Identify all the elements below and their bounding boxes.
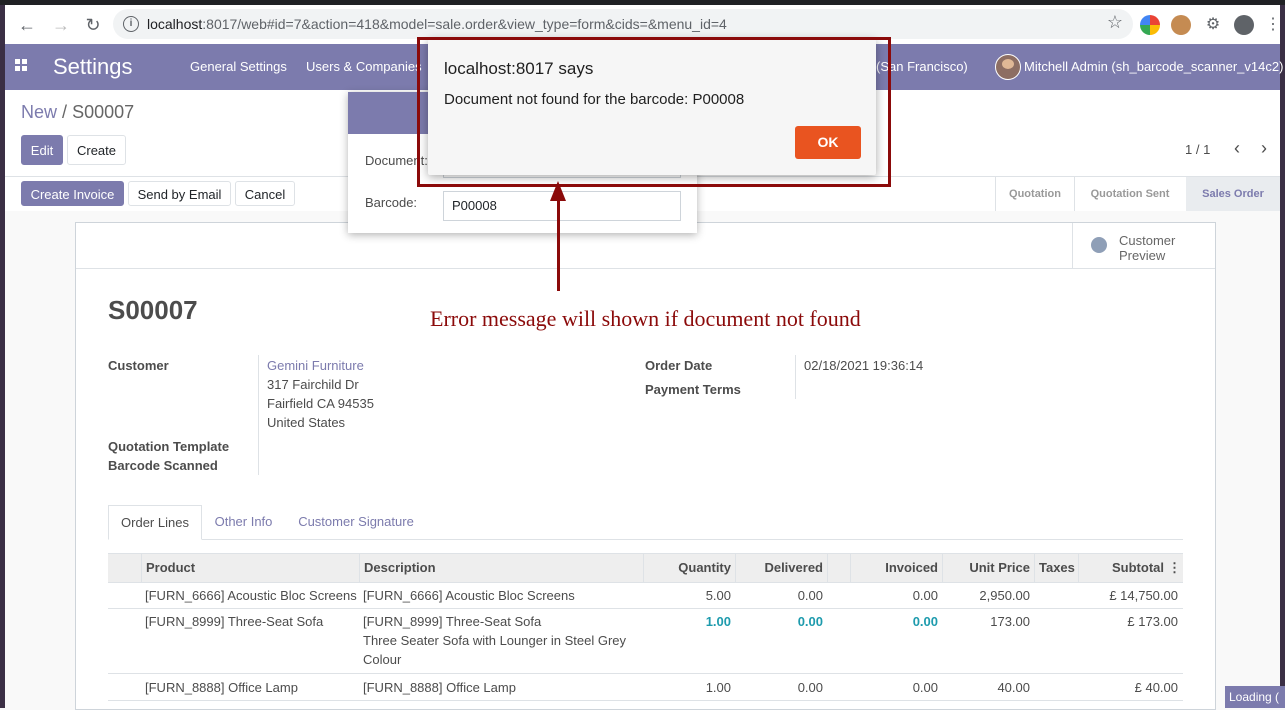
table-header: Product Description Quantity Delivered I… [108,553,1183,583]
bookmark-star-icon[interactable]: ☆ [1107,12,1123,33]
column-invoiced[interactable]: Invoiced [850,554,942,582]
field-divider [258,355,259,475]
table-row[interactable]: [FURN_6666] Acoustic Bloc Screens [FURN_… [108,582,1183,609]
breadcrumb-separator: / [62,102,68,122]
cell-description: [FURN_8999] Three-Seat Sofa [363,614,542,629]
create-invoice-button[interactable]: Create Invoice [21,181,124,206]
user-menu[interactable]: Mitchell Admin (sh_barcode_scanner_v14c2… [1024,59,1283,74]
table-row[interactable]: [FURN_8999] Three-Seat Sofa [FURN_8999] … [108,609,1183,674]
customer-address-line: 317 Fairchild Dr [267,377,359,392]
loading-indicator: Loading ( [1225,686,1285,708]
tab-order-lines[interactable]: Order Lines [108,505,202,540]
cell-product: [FURN_6666] Acoustic Bloc Screens [145,588,357,603]
reload-icon[interactable]: ↻ [79,11,107,39]
cell-delivered: 0.00 [797,614,823,629]
column-subtotal[interactable]: Subtotal [1078,554,1168,582]
cell-description: Colour [363,652,402,667]
pager-next-icon[interactable]: › [1261,138,1267,159]
column-delivered[interactable]: Delivered [735,554,827,582]
column-description[interactable]: Description [359,554,643,582]
column-quantity[interactable]: Quantity [643,554,735,582]
url-text: localhost:8017/web#id=7&action=418&model… [147,16,727,32]
cell-unit-price: 40.00 [997,680,1030,695]
order-date-label: Order Date [645,358,713,373]
column-spacer [827,554,850,582]
apps-menu-icon[interactable] [15,59,29,73]
pager-value[interactable]: 1 / 1 [1185,142,1210,157]
profile-icon[interactable] [1234,15,1254,35]
column-product[interactable]: Product [141,554,359,582]
cell-invoiced: 0.00 [912,588,938,603]
payment-terms-label: Payment Terms [645,382,741,397]
cell-product: [FURN_8999] Three-Seat Sofa [145,614,324,629]
cell-invoiced: 0.00 [912,680,938,695]
order-date-value: 02/18/2021 19:36:14 [804,358,924,373]
extensions-puzzle-icon[interactable]: ⚙ [1203,15,1223,35]
cancel-button[interactable]: Cancel [235,181,295,206]
breadcrumb-parent[interactable]: New [21,102,57,122]
address-bar[interactable]: i localhost:8017/web#id=7&action=418&mod… [113,9,1133,39]
cell-quantity: 1.00 [705,614,731,629]
cell-unit-price: 173.00 [990,614,1030,629]
field-divider [795,355,796,399]
customer-address-line: Fairfield CA 94535 [267,396,374,411]
column-taxes[interactable]: Taxes [1034,554,1078,582]
record-title: S00007 [108,295,198,325]
edit-button[interactable]: Edit [21,135,63,165]
customer-name-link[interactable]: Gemini Furniture [267,358,364,373]
barcode-label: Barcode: [365,195,418,210]
cell-description: Three Seater Sofa with Lounger in Steel … [363,633,627,648]
annotation-highlight-box [417,37,891,187]
stage-quotation-sent[interactable]: Quotation Sent [1075,177,1185,211]
cell-delivered: 0.00 [797,680,823,695]
customer-preview-button[interactable]: Customer Preview [1072,223,1216,268]
browser-menu-icon[interactable]: ⋮ [1263,15,1283,35]
cell-delivered: 0.00 [797,588,823,603]
column-unit-price[interactable]: Unit Price [942,554,1034,582]
site-info-icon[interactable]: i [123,16,139,32]
menu-general-settings[interactable]: General Settings [190,59,287,74]
monkey-extension-icon[interactable] [1171,15,1191,35]
app-title[interactable]: Settings [53,54,133,80]
cell-unit-price: 2,950.00 [979,588,1030,603]
back-icon[interactable]: ← [13,11,41,39]
cell-subtotal: £ 40.00 [1134,680,1178,695]
column-options-icon[interactable]: ⋮ [1168,554,1183,582]
stage-sales-order[interactable]: Sales Order [1186,177,1280,211]
barcode-scanned-label: Barcode Scanned [108,458,218,473]
quotation-template-label: Quotation Template [108,439,230,454]
notebook-tabs: Order Lines Other Info Customer Signatur… [108,505,1183,540]
send-by-email-button[interactable]: Send by Email [128,181,231,206]
table-row[interactable]: [FURN_8888] Office Lamp [FURN_8888] Offi… [108,674,1183,701]
breadcrumb: New / S00007 [21,102,134,123]
breadcrumb-current: S00007 [72,102,135,122]
cell-subtotal: £ 173.00 [1127,614,1178,629]
globe-icon [1091,237,1107,253]
customer-label: Customer [108,358,169,373]
menu-users-companies[interactable]: Users & Companies [306,59,422,74]
customer-preview-label: Customer Preview [1119,233,1176,263]
cell-quantity: 5.00 [705,588,731,603]
user-avatar[interactable] [995,54,1021,80]
cell-invoiced: 0.00 [912,614,938,629]
cell-subtotal: £ 14,750.00 [1109,588,1178,603]
annotation-text: Error message will shown if document not… [430,306,861,331]
annotation-arrow-line [557,194,560,291]
forward-icon[interactable]: → [47,11,75,39]
cell-description: [FURN_8888] Office Lamp [363,680,516,695]
create-button[interactable]: Create [67,135,126,165]
desktop-edge-right [1280,5,1285,708]
cell-description: [FURN_6666] Acoustic Bloc Screens [363,588,575,603]
pager-previous-icon[interactable]: ‹ [1234,138,1240,159]
cell-quantity: 1.00 [705,680,731,695]
customer-address-line: United States [267,415,346,430]
stage-quotation[interactable]: Quotation [996,177,1074,211]
tab-customer-signature[interactable]: Customer Signature [290,505,422,539]
cell-product: [FURN_8888] Office Lamp [145,680,298,695]
tab-other-info[interactable]: Other Info [206,505,281,539]
color-picker-extension-icon[interactable] [1140,15,1160,35]
form-sheet: Customer Preview S00007 Customer Gemini … [75,222,1216,710]
